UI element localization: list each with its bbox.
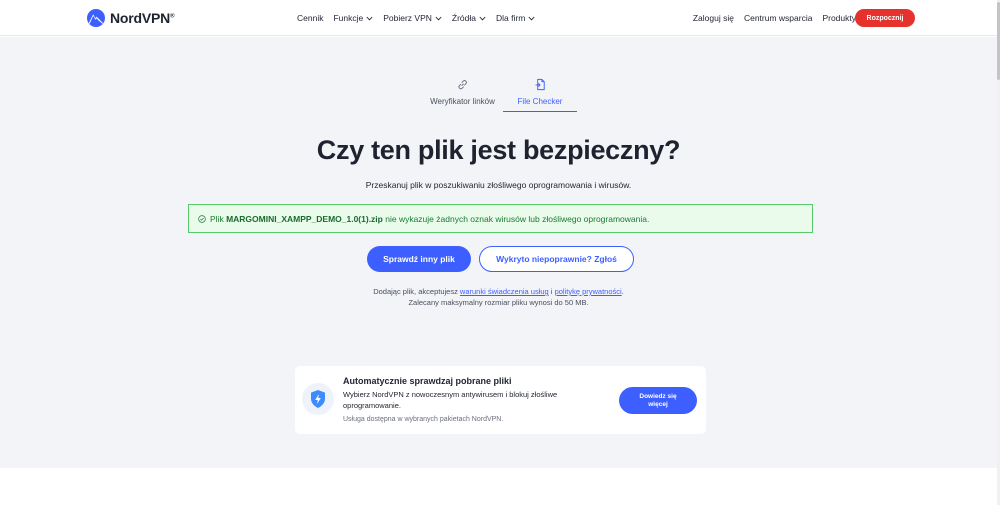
- shield-lightning-icon: [311, 390, 325, 408]
- nav-label: Centrum wsparcia: [743, 13, 813, 23]
- chevron-down-icon: [479, 16, 486, 20]
- nav-dla-firm[interactable]: Dla firm: [496, 13, 535, 23]
- terms-of-service-link[interactable]: warunki świadczenia usług: [460, 287, 549, 296]
- brand-name: NordVPN®: [110, 10, 175, 26]
- tab-label: Weryfikator linków: [430, 97, 495, 106]
- page-subtitle: Przeskanuj plik w poszukiwaniu złośliweg…: [365, 180, 632, 190]
- nav-label: Dla firm: [496, 13, 526, 23]
- privacy-policy-link[interactable]: politykę prywatności: [555, 287, 622, 296]
- nav-label: Funkcje: [333, 13, 364, 23]
- nav-login[interactable]: Zaloguj się: [693, 13, 734, 23]
- legal-text: Dodając plik, akceptujesz: [373, 287, 460, 296]
- legal-notice: Dodając plik, akceptujesz warunki świadc…: [0, 286, 997, 308]
- tab-file-checker[interactable]: File Checker: [503, 76, 577, 112]
- chevron-down-icon: [528, 16, 535, 20]
- main-nav: Cennik Funkcje Pobierz VPN Źródła Dla fi…: [297, 0, 535, 36]
- learn-more-button[interactable]: Dowiedz się więcej: [619, 387, 697, 414]
- nordvpn-mountain-icon: [87, 9, 105, 27]
- get-started-button[interactable]: Rozpocznij: [855, 9, 915, 27]
- promo-note: Usługa dostępna w wybranych pakietach No…: [343, 416, 504, 423]
- scan-result-banner: Plik MARGOMINI_XAMPP_DEMO_1.0(1).zip nie…: [188, 204, 813, 233]
- nav-support-center[interactable]: Centrum wsparcia: [744, 13, 813, 23]
- nordvpn-logo[interactable]: NordVPN®: [86, 9, 175, 27]
- tab-link-checker[interactable]: Weryfikator linków: [425, 76, 500, 112]
- check-another-file-button[interactable]: Sprawdź inny plik: [367, 246, 471, 272]
- result-message: Plik MARGOMINI_XAMPP_DEMO_1.0(1).zip nie…: [210, 214, 649, 224]
- file-checker-section: Weryfikator linków File Checker Czy ten …: [0, 37, 997, 468]
- nav-label: Źródła: [451, 13, 476, 23]
- nav-cennik[interactable]: Cennik: [297, 13, 323, 23]
- nav-pobierz-vpn[interactable]: Pobierz VPN: [383, 13, 442, 23]
- terms-line: Dodając plik, akceptujesz warunki świadc…: [0, 286, 997, 297]
- nav-label: Cennik: [297, 13, 324, 23]
- site-header: NordVPN® Cennik Funkcje Pobierz VPN Źród…: [0, 0, 997, 36]
- auto-scan-promo-card: Automatycznie sprawdzaj pobrane pliki Wy…: [295, 366, 706, 434]
- nav-label: Pobierz VPN: [383, 13, 432, 23]
- promo-description: Wybierz NordVPN z nowoczesnym antywiruse…: [343, 390, 558, 410]
- check-circle-icon: [198, 214, 206, 223]
- tool-tabs: Weryfikator linków File Checker: [0, 76, 997, 112]
- brand-text: NordVPN: [110, 10, 171, 26]
- nav-label: Produkty: [822, 13, 856, 23]
- nav-zrodla[interactable]: Źródła: [452, 13, 486, 23]
- result-prefix: Plik: [210, 213, 227, 224]
- legal-text: .: [621, 287, 624, 296]
- nav-label: Zaloguj się: [692, 13, 734, 23]
- brand-registered-mark: ®: [170, 13, 175, 20]
- link-icon: [458, 80, 467, 90]
- file-scan-icon: [534, 78, 545, 91]
- promo-title: Automatycznie sprawdzaj pobrane pliki: [343, 376, 512, 386]
- shield-badge: [302, 383, 334, 415]
- tab-label: File Checker: [517, 97, 563, 106]
- result-suffix: nie wykazuje żadnych oznak wirusów lub z…: [382, 213, 650, 224]
- result-filename: MARGOMINI_XAMPP_DEMO_1.0(1).zip: [226, 213, 383, 224]
- file-size-note: Zalecany maksymalny rozmiar pliku wynosi…: [408, 298, 589, 307]
- chevron-down-icon: [366, 16, 373, 20]
- page-title: Czy ten plik jest bezpieczny?: [316, 135, 681, 165]
- nav-funkcje[interactable]: Funkcje: [333, 13, 373, 23]
- chevron-down-icon: [435, 16, 442, 20]
- report-false-detection-button[interactable]: Wykryto niepoprawnie? Zgłoś: [479, 246, 634, 272]
